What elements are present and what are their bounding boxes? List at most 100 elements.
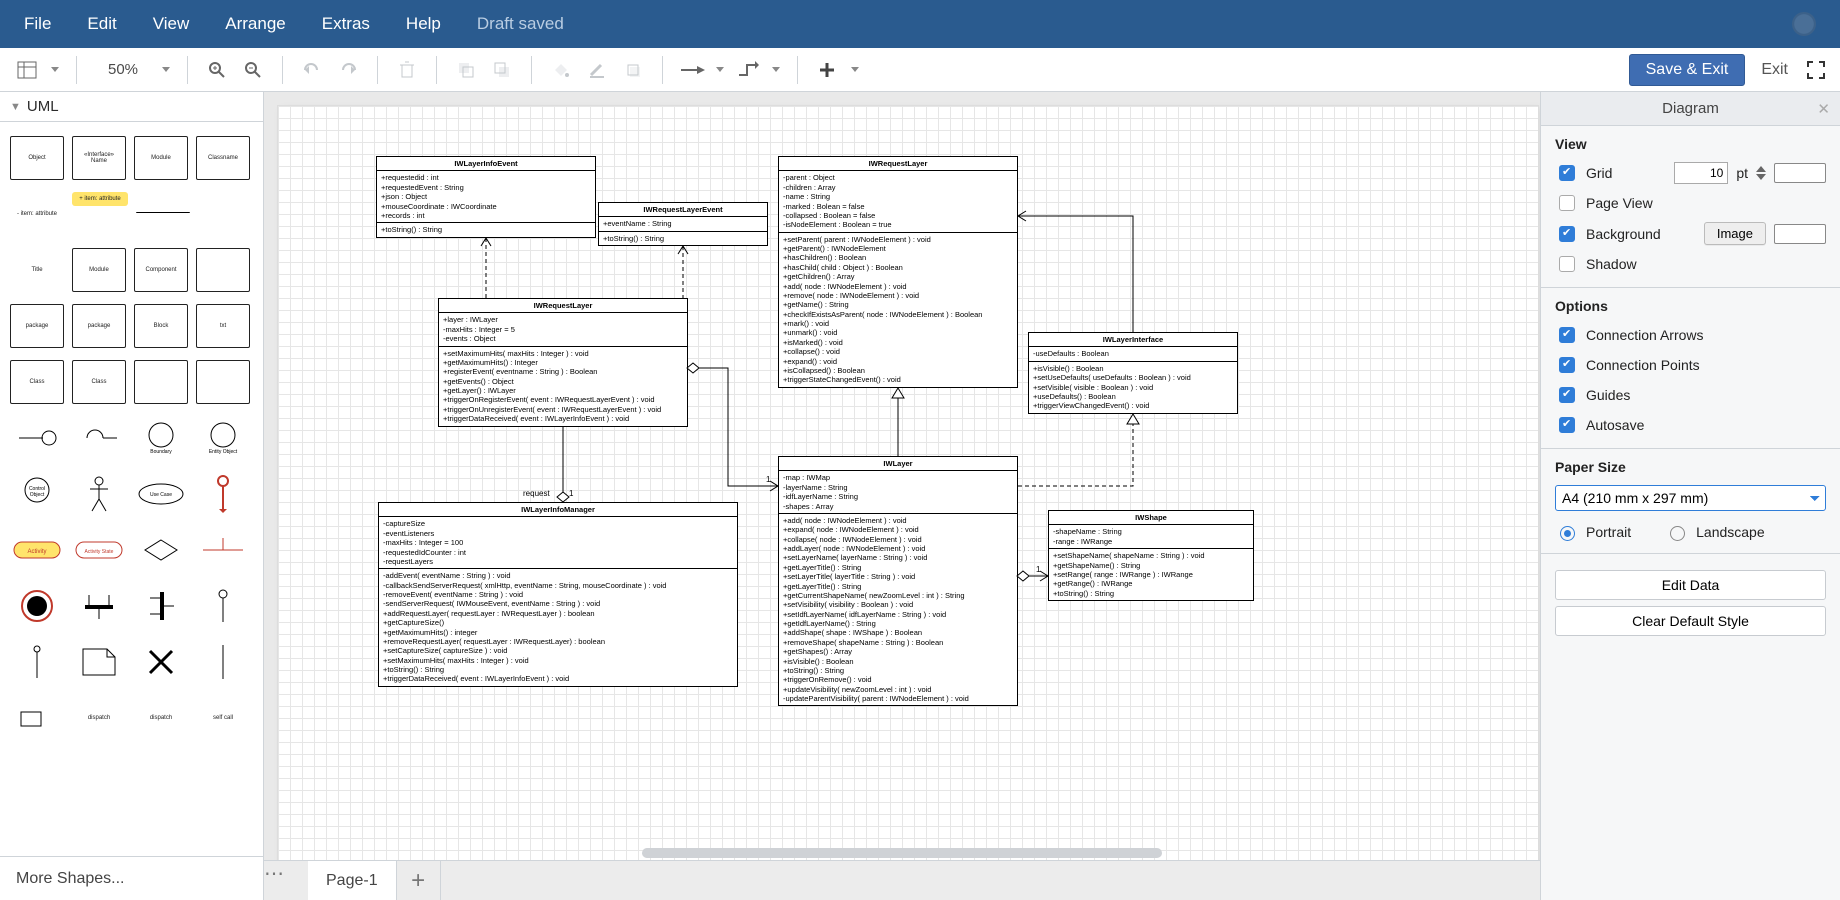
shape-bottom-1[interactable] (10, 696, 64, 740)
waypoint-style-icon[interactable] (733, 55, 763, 85)
shape-wide[interactable] (134, 360, 188, 404)
portrait-radio[interactable] (1560, 526, 1575, 541)
view-panels-caret[interactable] (48, 55, 62, 85)
stepper-down-icon[interactable] (1756, 173, 1766, 181)
shape-usecase[interactable]: Use Case (134, 472, 188, 516)
shape-item-attr-y[interactable]: + item: attribute (72, 192, 128, 206)
shape-red-split[interactable] (196, 528, 250, 572)
background-checkbox[interactable] (1559, 226, 1575, 242)
grid-size-input[interactable] (1674, 162, 1728, 184)
menu-help[interactable]: Help (406, 14, 441, 34)
autosave-checkbox[interactable] (1559, 417, 1575, 433)
exit-button[interactable]: Exit (1751, 55, 1798, 85)
undo-icon[interactable] (297, 55, 327, 85)
uml-class-IWLayerInfoManager[interactable]: IWLayerInfoManager-captureSize -eventLis… (378, 502, 738, 687)
guides-checkbox[interactable] (1559, 387, 1575, 403)
diagram-paper[interactable]: IWLayerInfoEvent+requestedid : int +requ… (278, 106, 1538, 860)
shape-item-attr[interactable]: - item: attribute (10, 192, 64, 236)
shape-title[interactable]: Title (10, 248, 64, 292)
zoom-out-icon[interactable] (238, 55, 268, 85)
shape-redpin[interactable] (196, 472, 250, 516)
uml-class-IWRequestLayer_top[interactable]: IWRequestLayer-parent : Object -children… (778, 156, 1018, 388)
shape-block[interactable]: Block (134, 304, 188, 348)
shape-actor[interactable] (72, 472, 126, 516)
zoom-caret[interactable] (159, 55, 173, 85)
uml-class-IWRequestLayer_left[interactable]: IWRequestLayer+layer : IWLayer -maxHits … (438, 298, 688, 427)
more-shapes-button[interactable]: More Shapes... (0, 856, 263, 900)
uml-class-IWRequestLayerEvent[interactable]: IWRequestLayerEvent+eventName : String+t… (598, 202, 768, 246)
to-back-icon[interactable] (487, 55, 517, 85)
zoom-in-icon[interactable] (202, 55, 232, 85)
grid-color-swatch[interactable] (1774, 163, 1826, 183)
paper-size-select[interactable]: A4 (210 mm x 297 mm) (1555, 485, 1826, 511)
horizontal-scrollbar[interactable] (642, 848, 1162, 858)
menu-arrange[interactable]: Arrange (225, 14, 285, 34)
connection-caret[interactable] (713, 55, 727, 85)
delete-icon[interactable] (392, 55, 422, 85)
shape-blackdot[interactable] (10, 584, 64, 628)
shape-selfcall[interactable]: self call (196, 696, 250, 740)
zoom-value[interactable]: 50% (91, 61, 155, 78)
shape-fork[interactable] (72, 416, 126, 460)
shape-annot[interactable] (196, 360, 250, 404)
shape-vline[interactable] (196, 640, 250, 684)
shadow-icon[interactable] (618, 55, 648, 85)
menu-extras[interactable]: Extras (322, 14, 370, 34)
shape-class2[interactable]: Class (72, 360, 126, 404)
add-page-button[interactable]: + (397, 861, 441, 900)
shape-divider[interactable] (136, 212, 190, 214)
insert-caret[interactable] (848, 55, 862, 85)
shape-x[interactable] (134, 640, 188, 684)
shape-blank[interactable] (196, 248, 250, 292)
shape-bar[interactable] (72, 584, 126, 628)
shape-entity[interactable]: Entity Object (196, 416, 250, 460)
save-exit-button[interactable]: Save & Exit (1629, 54, 1746, 86)
conn-points-checkbox[interactable] (1559, 357, 1575, 373)
menu-view[interactable]: View (153, 14, 190, 34)
line-color-icon[interactable] (582, 55, 612, 85)
uml-class-IWLayerInterface[interactable]: IWLayerInterface-useDefaults : Boolean+i… (1028, 332, 1238, 414)
stepper-up-icon[interactable] (1756, 165, 1766, 173)
shape-activity[interactable]: Activity (10, 528, 64, 572)
redo-icon[interactable] (333, 55, 363, 85)
shape-control[interactable]: ControlObject (10, 472, 64, 516)
menu-file[interactable]: File (24, 14, 51, 34)
page-menu-button[interactable]: ⋯ (264, 861, 308, 900)
insert-icon[interactable] (812, 55, 842, 85)
shape-class[interactable]: Class (10, 360, 64, 404)
shape-lolli[interactable] (196, 584, 250, 628)
menu-edit[interactable]: Edit (87, 14, 116, 34)
uml-class-IWLayerInfoEvent[interactable]: IWLayerInfoEvent+requestedid : int +requ… (376, 156, 596, 238)
background-image-button[interactable]: Image (1704, 222, 1766, 245)
shape-dispatch[interactable]: dispatch (72, 696, 126, 740)
palette-section-uml[interactable]: ▼ UML (0, 92, 263, 122)
shadow-checkbox[interactable] (1559, 256, 1575, 272)
shape-vbar[interactable] (134, 584, 188, 628)
fullscreen-icon[interactable] (1804, 58, 1828, 82)
shape-dispatch2[interactable]: dispatch (134, 696, 188, 740)
uml-class-IWShape[interactable]: IWShape-shapeName : String -range : IWRa… (1048, 510, 1254, 601)
edit-data-button[interactable]: Edit Data (1555, 570, 1826, 600)
shape-component[interactable]: Component (134, 248, 188, 292)
shape-module2[interactable]: Module (72, 248, 126, 292)
conn-arrows-checkbox[interactable] (1559, 327, 1575, 343)
shape-palette[interactable]: Object «Interface» Name Module Classname… (0, 122, 263, 856)
shape-arc[interactable] (10, 416, 64, 460)
shape-module[interactable]: Module (134, 136, 188, 180)
shape-package[interactable]: package (10, 304, 64, 348)
shape-classname[interactable]: Classname (196, 136, 250, 180)
shape-object[interactable]: Object (10, 136, 64, 180)
shape-activity-pill[interactable]: Activity State (72, 528, 126, 572)
background-color-swatch[interactable] (1774, 224, 1826, 244)
landscape-radio[interactable] (1670, 526, 1685, 541)
clear-style-button[interactable]: Clear Default Style (1555, 606, 1826, 636)
diagram-canvas[interactable]: IWLayerInfoEvent+requestedid : int +requ… (264, 92, 1540, 860)
shape-interface[interactable]: «Interface» Name (72, 136, 126, 180)
to-front-icon[interactable] (451, 55, 481, 85)
tab-page-1[interactable]: Page-1 (308, 861, 397, 900)
shape-lolli2[interactable] (10, 640, 64, 684)
shape-txt[interactable]: txt (196, 304, 250, 348)
pageview-checkbox[interactable] (1559, 195, 1575, 211)
shape-package2[interactable]: package (72, 304, 126, 348)
grid-checkbox[interactable] (1559, 165, 1575, 181)
